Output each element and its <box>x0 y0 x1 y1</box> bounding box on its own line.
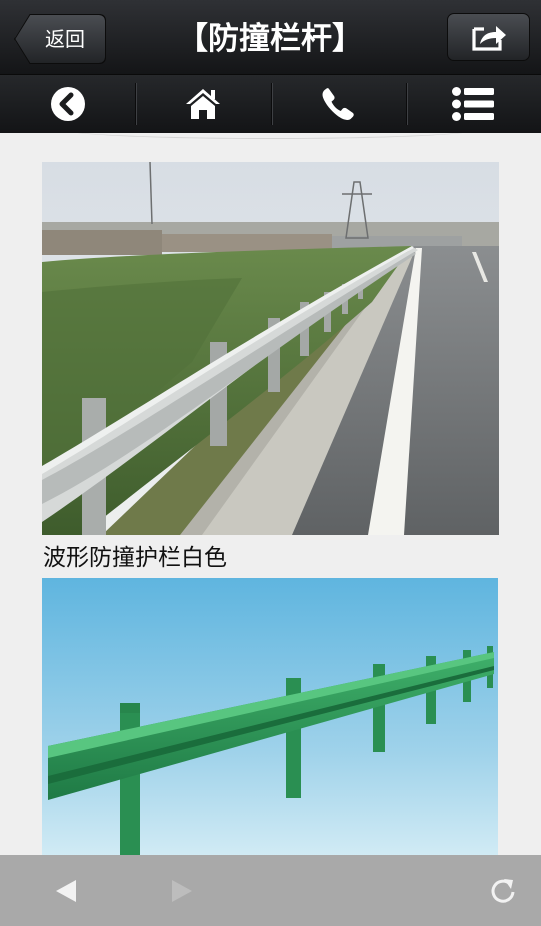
nav-back[interactable] <box>0 75 135 133</box>
prev-button[interactable] <box>40 855 92 926</box>
top-header: 返回 【防撞栏杆】 <box>0 0 541 75</box>
menu-list-icon <box>452 87 495 121</box>
share-button[interactable] <box>447 13 530 61</box>
next-arrow-icon <box>172 879 192 902</box>
home-icon <box>185 89 220 119</box>
browser-bottom-bar <box>0 855 541 926</box>
guardrail-photo-white <box>42 162 499 535</box>
back-circle-icon <box>50 87 85 121</box>
prev-arrow-icon <box>56 879 76 902</box>
guardrail-photo-green <box>42 578 498 855</box>
nav-bar <box>0 75 541 133</box>
refresh-icon <box>491 878 515 903</box>
page-title: 【防撞栏杆】 <box>177 21 363 57</box>
nav-phone[interactable] <box>270 75 406 133</box>
phone-icon <box>322 88 354 120</box>
photo-caption: 波形防撞护栏白色 <box>43 545 227 571</box>
content-area[interactable]: 波形防撞护栏白色 <box>0 133 541 855</box>
back-button-outline <box>14 14 106 64</box>
refresh-button[interactable] <box>478 855 528 926</box>
next-button[interactable] <box>156 855 208 926</box>
scroll-arc-divider <box>60 133 480 139</box>
nav-menu[interactable] <box>405 75 541 133</box>
nav-home[interactable] <box>135 75 270 133</box>
share-icon <box>471 26 506 51</box>
